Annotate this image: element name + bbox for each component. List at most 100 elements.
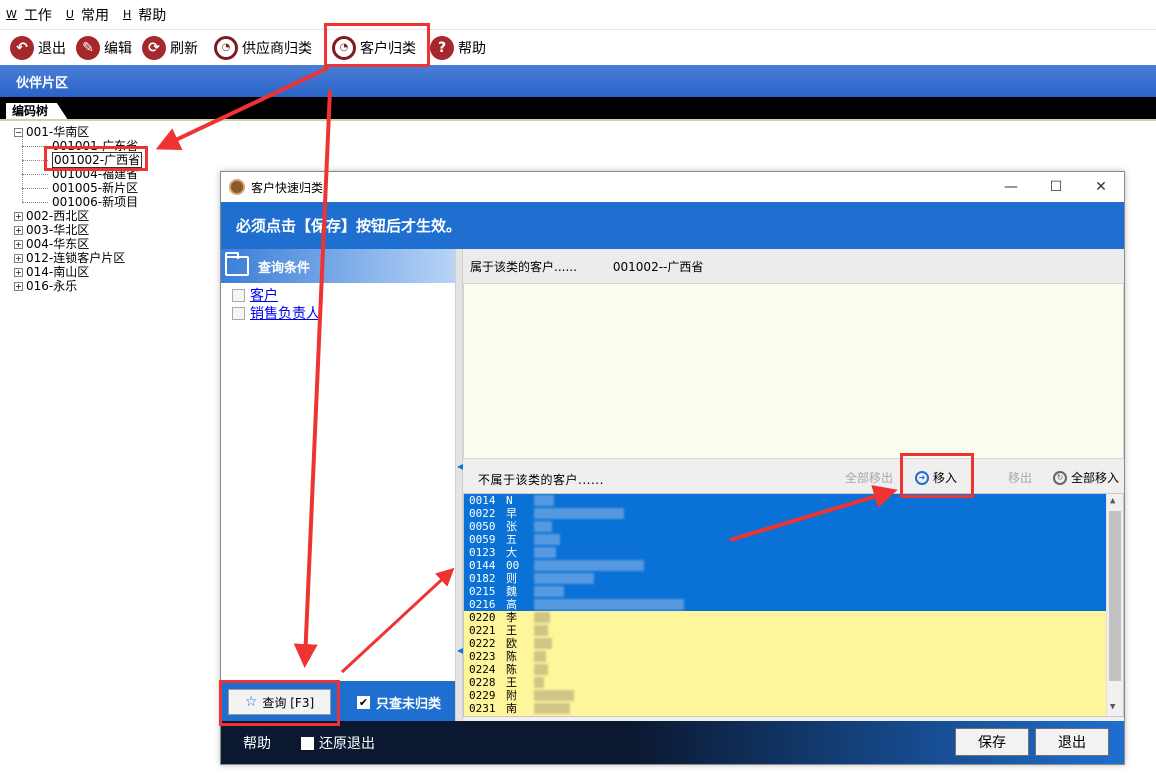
pie-chart-icon: ◔ [214, 35, 238, 60]
customer-row[interactable]: 0014 N [464, 494, 1123, 507]
tree-node[interactable]: + 002-西北区 [14, 209, 142, 223]
menu-help[interactable]: H 帮助 [123, 5, 166, 25]
customer-code: 0144 [469, 559, 496, 572]
restore-exit-label: 还原退出 [319, 736, 375, 752]
panel-splitter[interactable]: ◀ ◀ [455, 249, 463, 721]
redacted-text [534, 599, 684, 610]
exit-button[interactable]: 退出 [1035, 728, 1109, 756]
customer-row[interactable]: 0221 王 [464, 624, 1123, 637]
maximize-icon[interactable]: ☐ [1033, 172, 1079, 202]
checkbox[interactable] [301, 736, 314, 750]
customer-row[interactable]: 0215 魏 [464, 585, 1123, 598]
customer-name: 王 [506, 624, 517, 637]
app-icon [229, 179, 245, 195]
partner-area-header: 伙伴片区 [0, 65, 1156, 97]
close-icon[interactable]: ✕ [1078, 172, 1124, 202]
customer-row[interactable]: 0223 陈 [464, 650, 1123, 663]
remove-all-button[interactable]: 全部移出 [845, 469, 893, 486]
customer-row[interactable]: 0222 欧 [464, 637, 1123, 650]
customer-row[interactable]: 0216 高 [464, 598, 1123, 611]
vertical-scrollbar[interactable]: ▲ ▼ [1106, 494, 1123, 716]
tree-node[interactable]: + 003-华北区 [14, 223, 142, 237]
tree-node[interactable]: + 012-连锁客户片区 [14, 251, 142, 265]
supplier-classify-button[interactable]: ◔ 供应商归类 [214, 34, 312, 62]
expand-icon[interactable]: + [14, 225, 23, 235]
scroll-up-icon[interactable]: ▲ [1110, 496, 1115, 506]
tree-node-label: 016-永乐 [26, 279, 78, 293]
redacted-text [534, 534, 560, 545]
remove-button[interactable]: 移出 [1008, 469, 1032, 486]
tree-node-child[interactable]: 001006-新项目 [14, 195, 142, 209]
expand-icon[interactable]: + [14, 267, 23, 277]
highlight-tree-node [44, 146, 148, 171]
customer-row[interactable]: 0231 南 [464, 702, 1123, 715]
save-notice: 必须点击【保存】按钮后才生效。 [236, 217, 462, 235]
checkbox[interactable] [232, 306, 245, 320]
not-belong-toolbar: 不属于该类的客户...... 全部移出 ➜ 移入 移出 ↻ 全部移入 [463, 459, 1124, 493]
expand-icon[interactable]: + [14, 211, 23, 221]
customer-row[interactable]: 0059 五 [464, 533, 1123, 546]
customer-row[interactable]: 0022 早 [464, 507, 1123, 520]
toolbar: ↶ 退出 ✎ 编辑 ⟳ 刷新 ◔ 供应商归类 ◔ 客户归类 ? 帮助 [0, 30, 1156, 65]
customer-row[interactable]: 0123 大 [464, 546, 1123, 559]
expand-icon[interactable]: + [14, 239, 23, 249]
customer-name: 李 [506, 611, 517, 624]
collapse-icon[interactable]: − [14, 127, 23, 137]
query-option-link[interactable]: 客户 [250, 285, 278, 305]
menu-common[interactable]: U 常用 [66, 5, 109, 25]
scroll-thumb[interactable] [1109, 511, 1121, 681]
menu-help-key: H [122, 8, 132, 21]
refresh-label: 刷新 [170, 40, 198, 57]
customer-name: 陈 [506, 663, 517, 676]
redacted-text [534, 547, 556, 558]
help-button[interactable]: ? 帮助 [430, 34, 486, 62]
customer-code: 0216 [469, 598, 496, 611]
minimize-icon[interactable]: — [988, 172, 1034, 202]
dialog-footer: 帮助 还原退出 保存 退出 [221, 721, 1124, 764]
highlight-move-in [900, 453, 974, 498]
customer-row[interactable]: 0220 李 [464, 611, 1123, 624]
customer-row[interactable]: 0050 张 [464, 520, 1123, 533]
customer-code: 0215 [469, 585, 496, 598]
customer-name: 陈 [506, 650, 517, 663]
menu-work[interactable]: W 工作 [6, 5, 52, 25]
tree-node[interactable]: + 004-华东区 [14, 237, 142, 251]
checkbox[interactable] [232, 288, 245, 302]
tree-node[interactable]: + 016-永乐 [14, 279, 142, 293]
customer-code: 0022 [469, 507, 496, 520]
exit-label: 退出 [38, 40, 66, 57]
exit-label: 退出 [1058, 735, 1086, 751]
customer-code: 0220 [469, 611, 496, 624]
customer-name: 魏 [506, 585, 517, 598]
edit-button[interactable]: ✎ 编辑 [76, 34, 132, 62]
only-unclassified-toggle[interactable]: ✔ 只查未归类 [357, 693, 441, 712]
checkbox-checked[interactable]: ✔ [357, 696, 370, 709]
customer-row[interactable]: 0229 附 [464, 689, 1123, 702]
not-belong-customer-list[interactable]: 0014 N 0022 早 0050 张 0059 五 0123 大 0144 00 0182 则 0215… [463, 493, 1124, 717]
tree-node-child[interactable]: 001005-新片区 [14, 181, 142, 195]
expand-icon[interactable]: + [14, 281, 23, 291]
customer-code: 0231 [469, 702, 496, 715]
exit-button[interactable]: ↶ 退出 [10, 34, 66, 62]
query-option-link[interactable]: 销售负责人 [250, 303, 320, 323]
tree-node-root[interactable]: − 001-华南区 [14, 125, 142, 139]
refresh-button[interactable]: ⟳ 刷新 [142, 34, 198, 62]
customer-row[interactable]: 0228 王 [464, 676, 1123, 689]
query-header: 查询条件 [221, 249, 455, 283]
customer-row[interactable]: 0144 00 [464, 559, 1123, 572]
query-option-salesperson[interactable]: 销售负责人 [232, 303, 320, 323]
scroll-down-icon[interactable]: ▼ [1110, 702, 1115, 712]
move-all-in-button[interactable]: ↻ 全部移入 [1053, 469, 1119, 486]
customer-row[interactable]: 0182 则 [464, 572, 1123, 585]
footer-help-link[interactable]: 帮助 [243, 733, 271, 753]
expand-icon[interactable]: + [14, 253, 23, 263]
tree-node[interactable]: + 014-南山区 [14, 265, 142, 279]
customer-row[interactable]: 0224 陈 [464, 663, 1123, 676]
edit-label: 编辑 [104, 40, 132, 57]
menu-common-label: 常用 [80, 7, 109, 24]
belong-customer-list[interactable] [463, 283, 1124, 459]
query-option-customer[interactable]: 客户 [232, 285, 278, 305]
save-button[interactable]: 保存 [955, 728, 1029, 756]
restore-exit-toggle[interactable]: 还原退出 [301, 733, 375, 753]
redacted-text [534, 690, 574, 701]
